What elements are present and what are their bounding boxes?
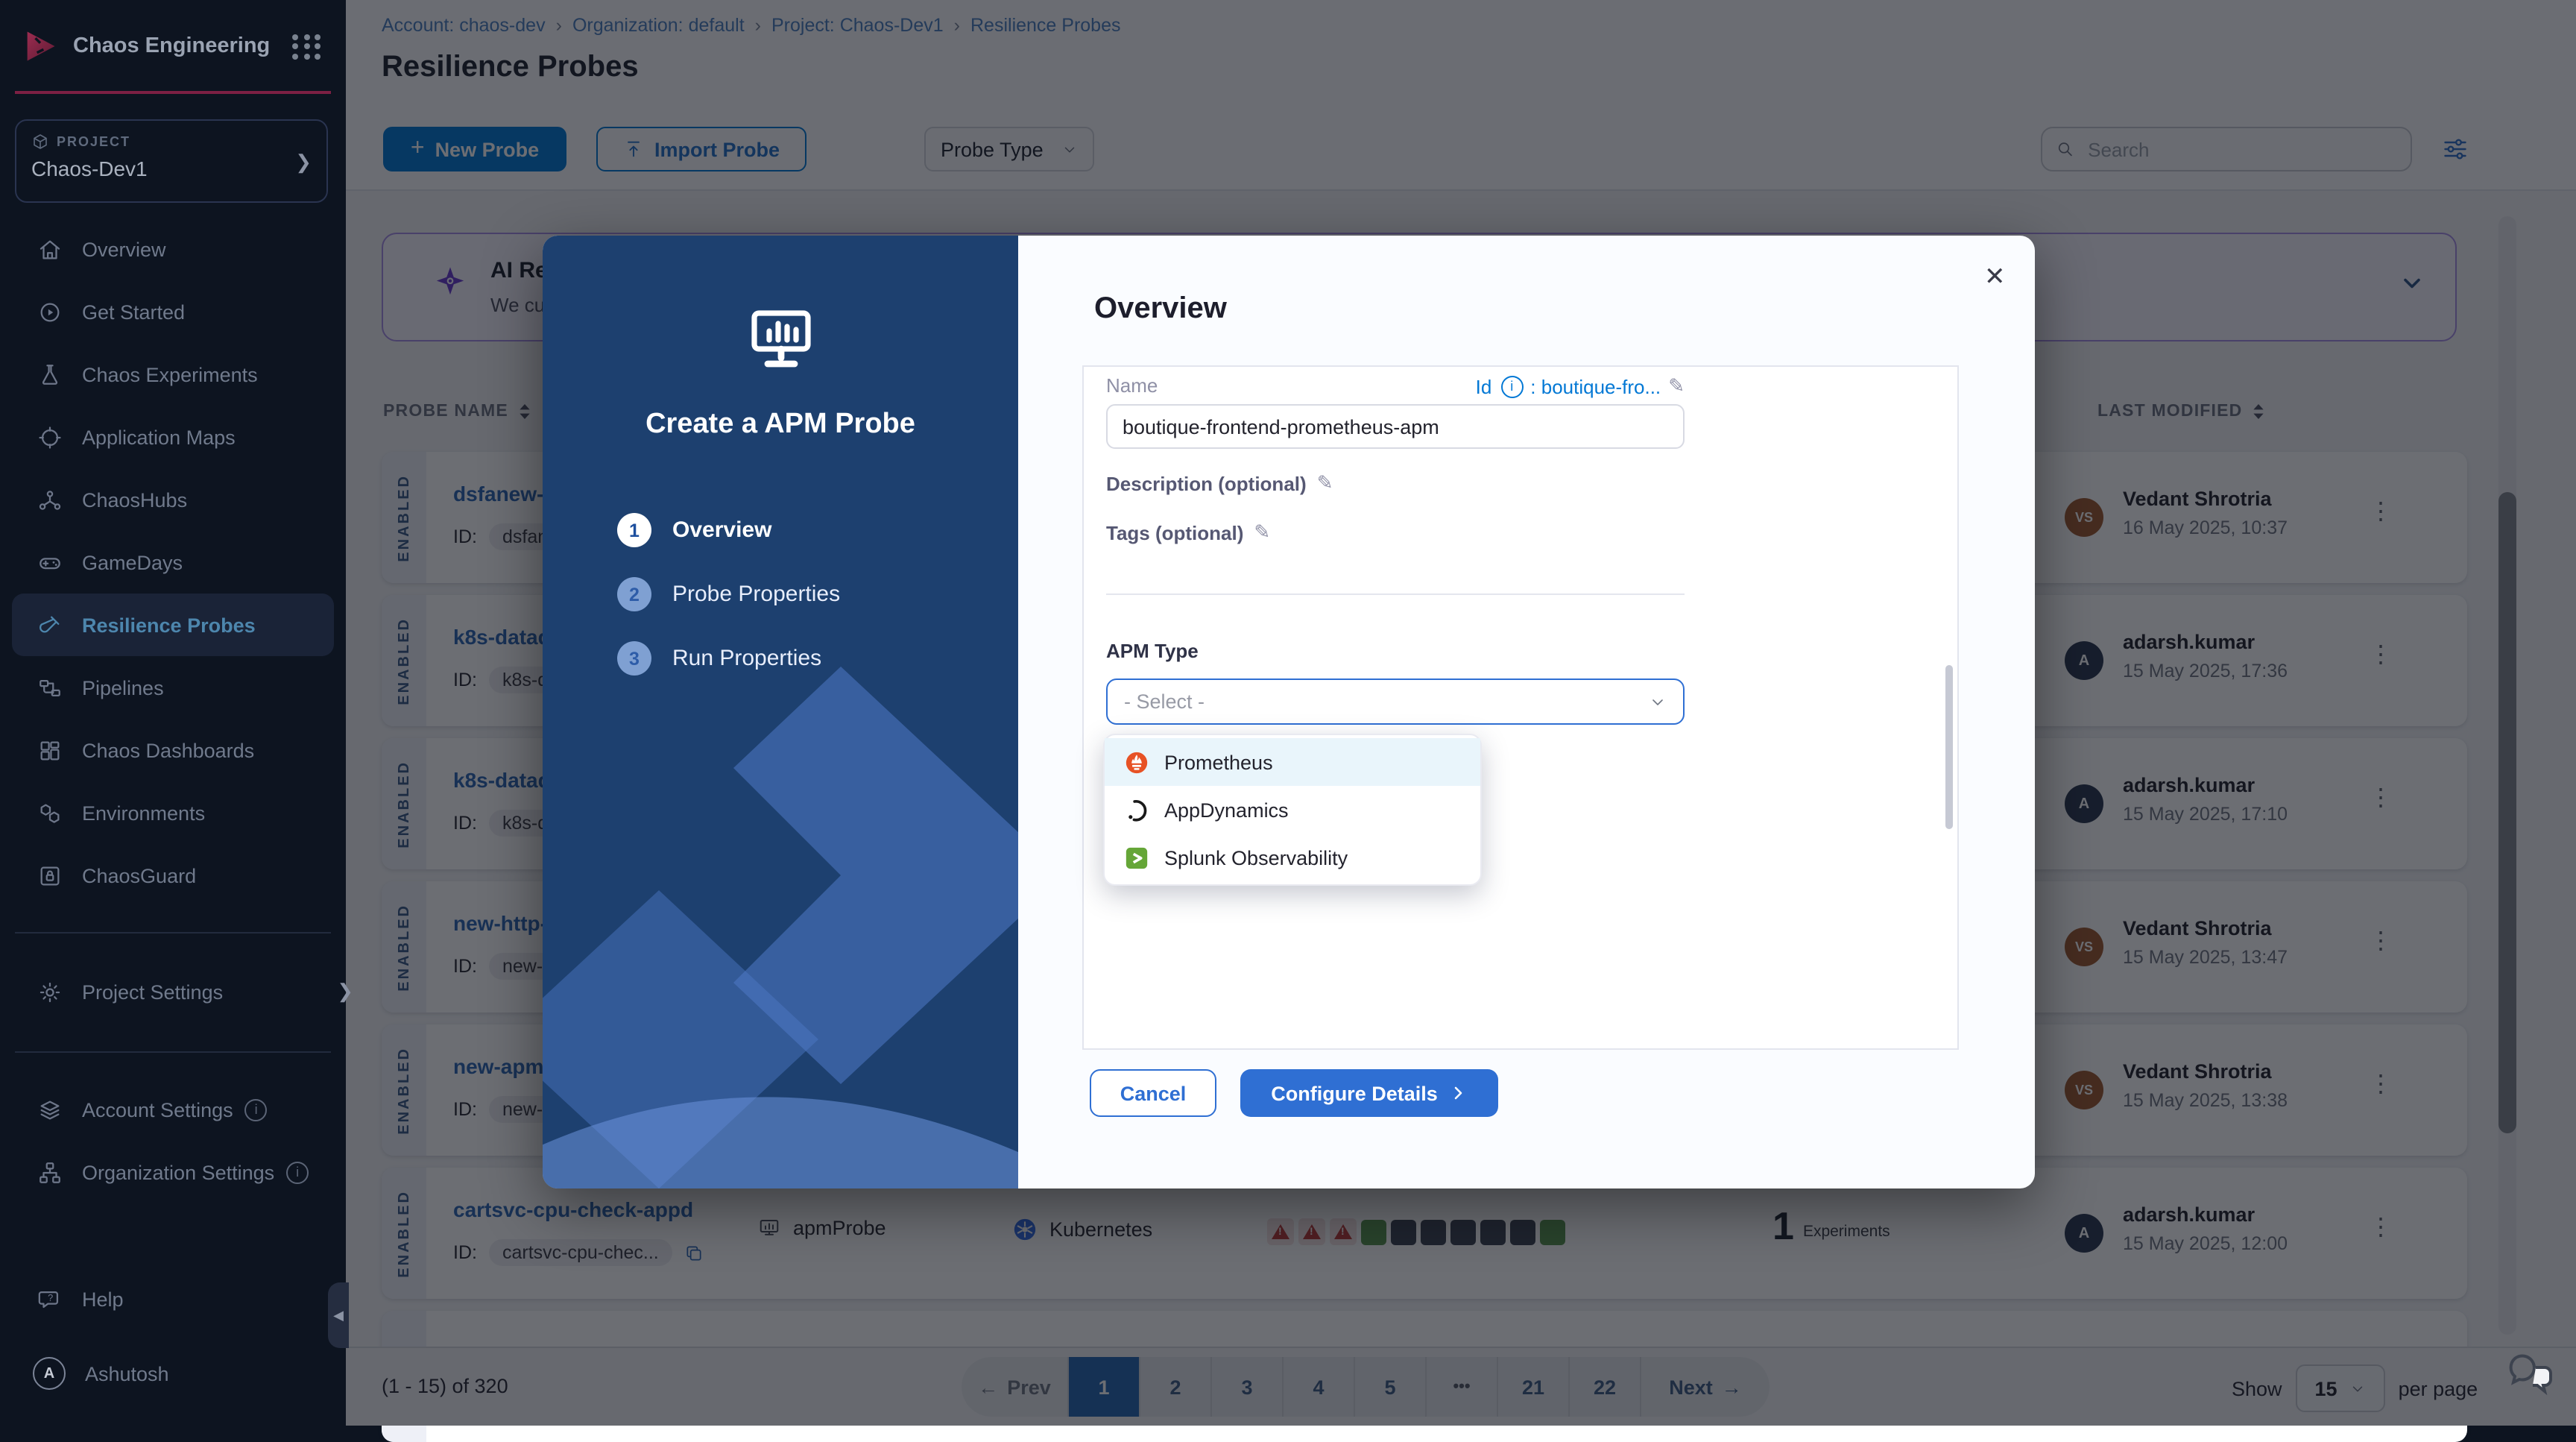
- id-value[interactable]: : boutique-fro...: [1530, 375, 1661, 397]
- apm-type-label: APM Type: [1106, 640, 1199, 662]
- wizard-step-overview[interactable]: 1 Overview: [617, 513, 771, 547]
- pipelines-icon: [37, 675, 63, 700]
- project-name: Chaos-Dev1: [31, 157, 312, 180]
- sidebar-nav: Overview Get Started Chaos Experiments A…: [0, 218, 346, 907]
- chevron-right-icon: ❯: [295, 151, 312, 174]
- modal-section-title: Overview: [1094, 292, 1227, 327]
- sidebar-item-get-started[interactable]: Get Started: [0, 280, 346, 343]
- sidebar-header: Chaos Engineering: [0, 0, 346, 92]
- project-label: PROJECT: [57, 134, 130, 149]
- help-chat-icon: ?: [37, 1286, 63, 1312]
- edit-id-pencil-icon[interactable]: ✎: [1668, 374, 1685, 398]
- chevron-right-icon: ❯: [337, 980, 353, 1004]
- shield-lock-icon: [37, 863, 63, 888]
- flask-icon: [37, 362, 63, 387]
- cube-icon: [31, 133, 49, 151]
- description-label: Description (optional) ✎: [1106, 471, 1333, 495]
- org-tree-icon: [37, 1159, 63, 1185]
- tags-label: Tags (optional) ✎: [1106, 520, 1270, 544]
- close-icon[interactable]: ✕: [1984, 262, 2006, 292]
- sidebar-item-environments[interactable]: Environments: [0, 781, 346, 844]
- screen: Chaos Engineering PROJECT Chaos-Dev1 ❯ O…: [0, 0, 2576, 1426]
- gamepad-icon: [37, 550, 63, 575]
- sidebar-item-resilience-probes[interactable]: Resilience Probes: [12, 594, 334, 656]
- sidebar-item-chaoshubs[interactable]: ChaosHubs: [0, 468, 346, 531]
- sidebar-item-overview[interactable]: Overview: [0, 218, 346, 280]
- probe-name-input[interactable]: [1106, 404, 1685, 449]
- appdynamics-icon: [1124, 797, 1149, 822]
- prometheus-icon: [1124, 749, 1149, 775]
- wizard-step-run-properties[interactable]: 3 Run Properties: [617, 641, 821, 676]
- sidebar-item-organization-settings[interactable]: Organization Settings i: [0, 1141, 383, 1203]
- apm-type-dropdown: Prometheus AppDynamics: [1103, 734, 1482, 886]
- project-selector[interactable]: PROJECT Chaos-Dev1 ❯: [15, 119, 328, 203]
- sidebar: Chaos Engineering PROJECT Chaos-Dev1 ❯ O…: [0, 0, 346, 1426]
- form-scrollbar-thumb[interactable]: [1945, 665, 1953, 829]
- create-apm-probe-modal: Create a APM Probe 1 Overview 2 Probe Pr…: [543, 236, 2035, 1188]
- apm-type-select[interactable]: - Select -: [1106, 679, 1685, 725]
- dashboards-icon: [37, 737, 63, 763]
- sidebar-divider: [15, 932, 331, 933]
- crosshair-icon: [37, 424, 63, 450]
- environments-icon: [37, 800, 63, 825]
- info-icon: i: [1500, 375, 1523, 397]
- apm-monitor-icon: [745, 307, 817, 373]
- sidebar-item-pipelines[interactable]: Pipelines: [0, 656, 346, 719]
- sidebar-user[interactable]: A Ashutosh: [0, 1342, 379, 1405]
- chevron-right-icon: [1450, 1084, 1468, 1102]
- get-started-icon: [37, 299, 63, 324]
- gear-icon: [37, 979, 63, 1004]
- app-title: Chaos Engineering: [73, 34, 292, 58]
- sidebar-item-project-settings[interactable]: Project Settings ❯: [0, 960, 383, 1023]
- user-avatar: A: [33, 1357, 66, 1390]
- splunk-icon: [1124, 845, 1149, 870]
- sidebar-item-chaos-dashboards[interactable]: Chaos Dashboards: [0, 719, 346, 781]
- sidebar-divider: [15, 1051, 331, 1053]
- option-appdynamics[interactable]: AppDynamics: [1105, 786, 1480, 834]
- modal-body: ✕ Overview Name Id i : boutique-fro... ✎…: [1018, 236, 2035, 1188]
- test-tube-icon: [37, 612, 63, 637]
- form-divider: [1106, 594, 1685, 595]
- configure-details-button[interactable]: Configure Details: [1240, 1069, 1498, 1117]
- id-label: Id: [1476, 375, 1492, 397]
- edit-description-pencil-icon[interactable]: ✎: [1317, 471, 1333, 495]
- sidebar-item-gamedays[interactable]: GameDays: [0, 531, 346, 594]
- option-prometheus[interactable]: Prometheus: [1105, 738, 1480, 786]
- wizard-step-probe-properties[interactable]: 2 Probe Properties: [617, 577, 840, 611]
- sidebar-item-help[interactable]: ? Help: [0, 1268, 383, 1330]
- overview-form: Name Id i : boutique-fro... ✎ Descriptio…: [1082, 365, 1959, 1050]
- sidebar-item-application-maps[interactable]: Application Maps: [0, 406, 346, 468]
- harness-logo-icon: [21, 27, 60, 66]
- layers-gear-icon: [37, 1097, 63, 1122]
- chevron-down-icon: [1649, 693, 1667, 711]
- sidebar-item-account-settings[interactable]: Account Settings i: [0, 1078, 383, 1141]
- probe-id-row: Id i : boutique-fro... ✎: [1106, 374, 1685, 398]
- svg-text:?: ?: [48, 1291, 53, 1303]
- cancel-button[interactable]: Cancel: [1090, 1069, 1216, 1117]
- wizard-panel: Create a APM Probe 1 Overview 2 Probe Pr…: [543, 236, 1018, 1188]
- option-splunk-observability[interactable]: Splunk Observability: [1105, 834, 1480, 881]
- edit-tags-pencil-icon[interactable]: ✎: [1254, 520, 1270, 544]
- sidebar-item-chaosguard[interactable]: ChaosGuard: [0, 844, 346, 907]
- sidebar-collapse-handle[interactable]: ◀: [328, 1282, 349, 1348]
- sidebar-accent-rule: [15, 91, 331, 94]
- info-icon: i: [245, 1098, 268, 1121]
- info-icon: i: [286, 1161, 309, 1183]
- hub-icon: [37, 487, 63, 512]
- sidebar-item-chaos-experiments[interactable]: Chaos Experiments: [0, 343, 346, 406]
- chat-help-fab-icon[interactable]: [2506, 1350, 2557, 1397]
- home-icon: [37, 236, 63, 262]
- app-switcher-grid-icon[interactable]: [292, 34, 322, 59]
- watermark: [543, 652, 1018, 1188]
- wizard-title: Create a APM Probe: [543, 409, 1018, 441]
